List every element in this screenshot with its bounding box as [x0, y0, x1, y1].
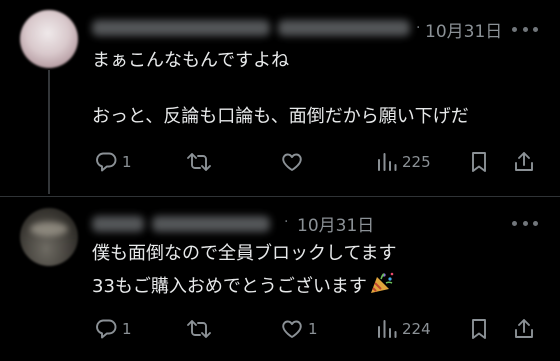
share-button[interactable] — [512, 150, 536, 174]
share-icon — [515, 319, 533, 338]
tweet-text-line: 僕も面倒なので全員ブロックしてます — [92, 243, 397, 264]
retweet-button[interactable] — [186, 150, 216, 174]
author-handle-blurred[interactable] — [278, 20, 410, 36]
tweet-time[interactable]: 10月31日 — [425, 17, 502, 42]
like-count: 1 — [308, 320, 318, 338]
bookmark-button[interactable] — [468, 150, 490, 174]
separator-dot: · — [416, 20, 421, 36]
reply-icon — [96, 319, 117, 339]
author-name-blurred[interactable] — [92, 216, 144, 232]
bookmark-icon — [472, 319, 486, 339]
tweet-actions: 1 225 — [0, 150, 560, 178]
tweet-time[interactable]: 10月31日 — [297, 211, 374, 236]
views-button[interactable]: 224 — [376, 317, 431, 341]
author-handle-blurred[interactable] — [152, 216, 270, 232]
bookmark-button[interactable] — [468, 317, 490, 341]
view-count: 224 — [402, 320, 431, 338]
heart-icon — [282, 320, 302, 338]
tweet-1[interactable]: · 10月31日 まぁこんなもんですよね おっと、反論も口論も、面倒だから願い下… — [0, 0, 560, 196]
views-icon — [378, 153, 397, 171]
bookmark-icon — [472, 152, 486, 172]
retweet-icon — [187, 153, 211, 171]
reply-button[interactable]: 1 — [94, 150, 132, 174]
heart-icon — [282, 153, 302, 171]
more-options-icon[interactable] — [512, 27, 538, 33]
tweet-text-line: まぁこんなもんですよね — [92, 50, 290, 71]
party-popper-icon — [369, 271, 395, 303]
like-button[interactable] — [280, 150, 308, 174]
author-name-blurred[interactable] — [92, 20, 270, 36]
reply-button[interactable]: 1 — [94, 317, 132, 341]
tweet-text: 33もご購入おめでとうございます — [92, 276, 367, 297]
views-button[interactable]: 225 — [376, 150, 431, 174]
views-icon — [378, 320, 397, 338]
retweet-icon — [187, 320, 211, 338]
tweet-actions: 1 1 224 — [0, 317, 560, 345]
view-count: 225 — [402, 153, 431, 171]
more-options-icon[interactable] — [512, 221, 538, 227]
like-button[interactable]: 1 — [280, 317, 318, 341]
reply-count: 1 — [122, 153, 132, 171]
reply-count: 1 — [122, 320, 132, 338]
tweet-text-line-with-emoji: 33もご購入おめでとうございます — [92, 271, 395, 303]
retweet-button[interactable] — [186, 317, 216, 341]
avatar[interactable] — [20, 208, 78, 266]
separator-dot: · — [284, 214, 289, 230]
tweet-text-line: おっと、反論も口論も、面倒だから願い下げだ — [92, 106, 469, 127]
share-button[interactable] — [512, 317, 536, 341]
reply-icon — [96, 152, 117, 172]
avatar[interactable] — [20, 10, 78, 68]
tweet-2[interactable]: · 10月31日 僕も面倒なので全員ブロックしてます 33もご購入おめでとうござ… — [0, 196, 560, 361]
share-icon — [515, 152, 533, 171]
